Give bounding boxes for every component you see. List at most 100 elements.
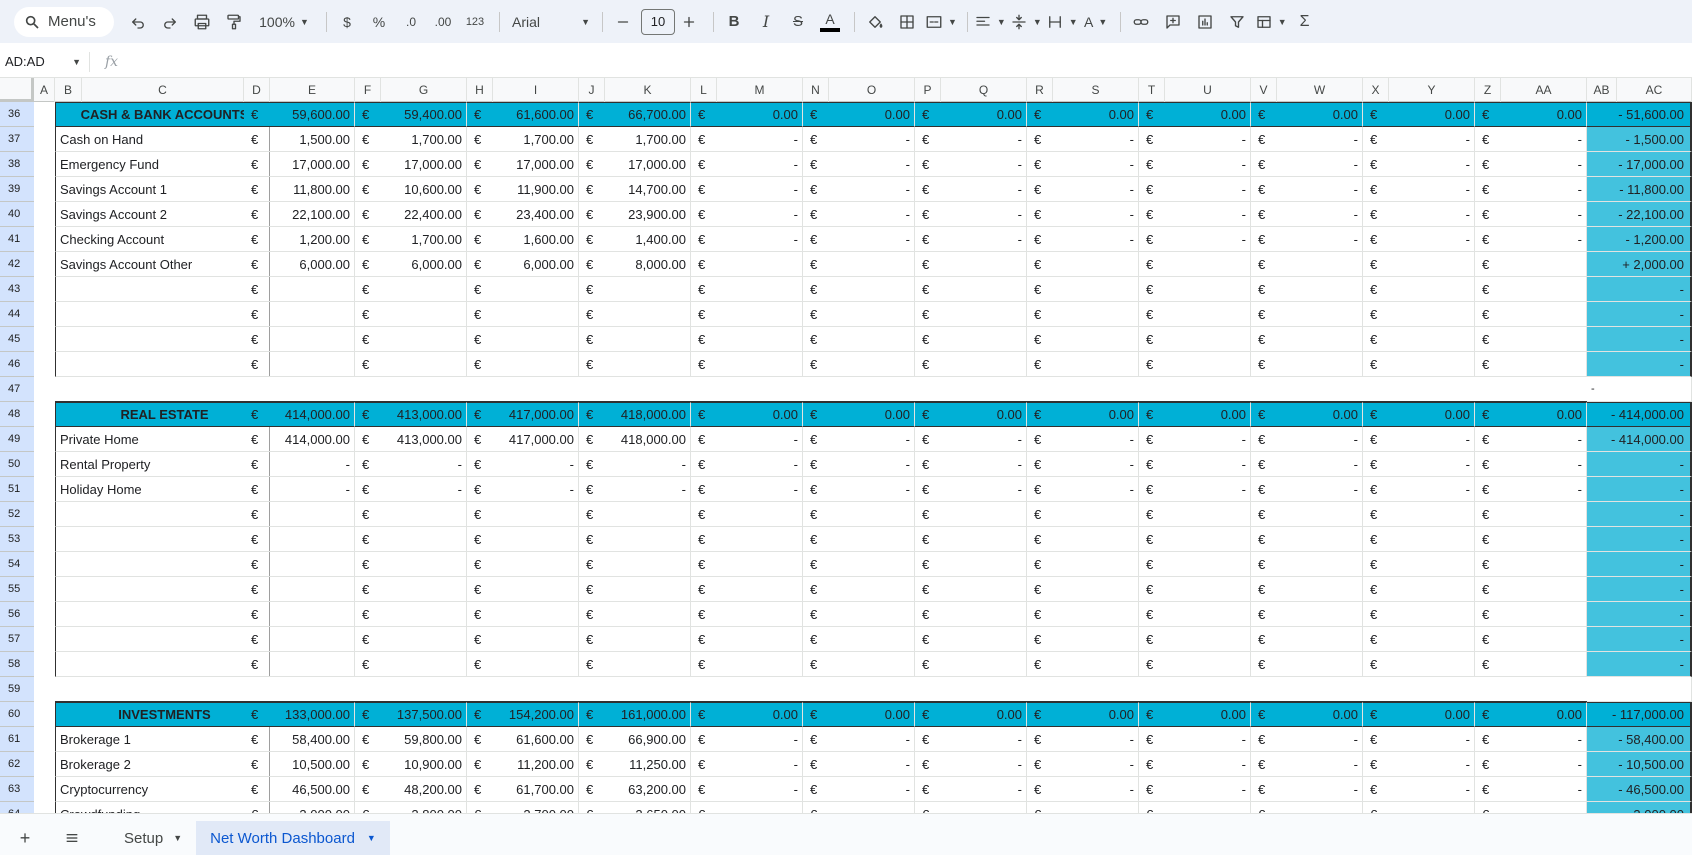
currency-symbol[interactable]: €	[1251, 477, 1277, 502]
value-cell[interactable]	[1053, 652, 1139, 677]
text-wrap-button[interactable]: ▼	[1046, 8, 1078, 36]
row-label[interactable]: INVESTMENTS	[55, 702, 270, 727]
column-header[interactable]: B	[55, 78, 82, 102]
value-cell[interactable]	[1165, 502, 1251, 527]
value-cell[interactable]: -	[829, 202, 915, 227]
currency-symbol[interactable]: €	[1475, 652, 1501, 677]
value-cell[interactable]	[717, 252, 803, 277]
currency-symbol[interactable]: €	[915, 277, 941, 302]
value-cell[interactable]	[1277, 577, 1363, 602]
value-cell[interactable]	[605, 527, 691, 552]
value-cell[interactable]: 2,800.00	[381, 802, 467, 813]
column-header[interactable]: V	[1251, 78, 1277, 102]
add-sheet-button[interactable]: +	[0, 821, 50, 855]
value-cell[interactable]	[717, 527, 803, 552]
currency-symbol[interactable]: €	[803, 702, 829, 727]
currency-symbol[interactable]: €	[1363, 477, 1389, 502]
row-header[interactable]: 60	[0, 702, 34, 727]
value-cell[interactable]: 0.00	[717, 102, 803, 127]
currency-symbol[interactable]: €	[467, 277, 493, 302]
currency-symbol[interactable]: €	[1363, 552, 1389, 577]
currency-symbol[interactable]: €	[1139, 452, 1165, 477]
value-cell[interactable]	[1389, 652, 1475, 677]
currency-symbol[interactable]: €	[244, 402, 270, 427]
column-header[interactable]: F	[355, 78, 381, 102]
value-cell[interactable]	[1053, 602, 1139, 627]
value-cell[interactable]	[1501, 352, 1587, 377]
value-cell[interactable]: -	[717, 202, 803, 227]
currency-symbol[interactable]: €	[1027, 802, 1053, 814]
currency-symbol[interactable]: €	[467, 577, 493, 602]
currency-symbol[interactable]: €	[1027, 227, 1053, 252]
value-cell[interactable]: -	[941, 202, 1027, 227]
currency-symbol[interactable]: €	[1027, 502, 1053, 527]
currency-symbol[interactable]: €	[803, 627, 829, 652]
currency-symbol[interactable]: €	[803, 177, 829, 202]
currency-symbol[interactable]: €	[1475, 152, 1501, 177]
value-cell[interactable]: 1,400.00	[605, 227, 691, 252]
value-cell[interactable]: -	[717, 777, 803, 802]
value-cell[interactable]: -	[1053, 227, 1139, 252]
currency-symbol[interactable]: €	[244, 102, 270, 127]
currency-symbol[interactable]: €	[467, 302, 493, 327]
value-cell[interactable]: -	[1053, 152, 1139, 177]
row-label[interactable]	[55, 277, 270, 302]
value-cell[interactable]	[1165, 277, 1251, 302]
value-cell[interactable]: 2,700.00	[493, 802, 579, 813]
currency-symbol[interactable]: €	[1363, 102, 1389, 127]
value-cell[interactable]: 58,400.00	[270, 727, 355, 752]
currency-symbol[interactable]: €	[467, 227, 493, 252]
row-label[interactable]: Brokerage 1	[55, 727, 270, 752]
currency-symbol[interactable]: €	[467, 752, 493, 777]
value-cell[interactable]	[1165, 527, 1251, 552]
value-cell[interactable]: -	[829, 752, 915, 777]
currency-symbol[interactable]: €	[1251, 402, 1277, 427]
column-header[interactable]: M	[717, 78, 803, 102]
delta-cell[interactable]: - 11,800.00	[1587, 177, 1692, 202]
currency-symbol[interactable]: €	[691, 577, 717, 602]
currency-symbol[interactable]: €	[579, 452, 605, 477]
value-cell[interactable]: 137,500.00	[381, 702, 467, 727]
currency-symbol[interactable]: €	[355, 302, 381, 327]
currency-symbol[interactable]: €	[1475, 277, 1501, 302]
currency-symbol[interactable]: €	[803, 777, 829, 802]
value-cell[interactable]: 48,200.00	[381, 777, 467, 802]
currency-symbol[interactable]: €	[1363, 502, 1389, 527]
currency-symbol[interactable]: €	[691, 802, 717, 814]
currency-symbol[interactable]: €	[1251, 777, 1277, 802]
currency-symbol[interactable]: €	[244, 152, 270, 177]
currency-symbol[interactable]: €	[244, 552, 270, 577]
currency-symbol[interactable]: €	[1251, 427, 1277, 452]
row-label[interactable]	[55, 627, 270, 652]
value-cell[interactable]: 0.00	[717, 702, 803, 727]
delta-cell[interactable]: -	[1587, 377, 1692, 402]
value-cell[interactable]: 59,600.00	[270, 102, 355, 127]
currency-symbol[interactable]: €	[1027, 277, 1053, 302]
value-cell[interactable]	[941, 302, 1027, 327]
value-cell[interactable]	[1053, 352, 1139, 377]
row-header[interactable]: 37	[0, 127, 34, 152]
value-cell[interactable]: 61,600.00	[493, 727, 579, 752]
currency-symbol[interactable]: €	[1027, 752, 1053, 777]
currency-symbol[interactable]: €	[467, 452, 493, 477]
delta-cell[interactable]: -	[1587, 277, 1692, 302]
currency-symbol[interactable]: €	[915, 552, 941, 577]
value-cell[interactable]: 6,000.00	[270, 252, 355, 277]
currency-symbol[interactable]: €	[244, 527, 270, 552]
currency-symbol[interactable]: €	[803, 127, 829, 152]
row-header[interactable]: 56	[0, 602, 34, 627]
currency-symbol[interactable]: €	[915, 327, 941, 352]
currency-symbol[interactable]: €	[1475, 202, 1501, 227]
currency-symbol[interactable]: €	[579, 777, 605, 802]
currency-symbol[interactable]: €	[1363, 177, 1389, 202]
column-header[interactable]: U	[1165, 78, 1251, 102]
value-cell[interactable]: -	[1277, 727, 1363, 752]
currency-symbol[interactable]: €	[1251, 152, 1277, 177]
value-cell[interactable]: 1,200.00	[270, 227, 355, 252]
row-label[interactable]: Brokerage 2	[55, 752, 270, 777]
tab-net-worth-dashboard[interactable]: Net Worth Dashboard ▼	[196, 821, 390, 855]
currency-symbol[interactable]: €	[915, 627, 941, 652]
value-cell[interactable]	[270, 327, 355, 352]
currency-symbol[interactable]: €	[355, 777, 381, 802]
value-cell[interactable]: -	[829, 177, 915, 202]
